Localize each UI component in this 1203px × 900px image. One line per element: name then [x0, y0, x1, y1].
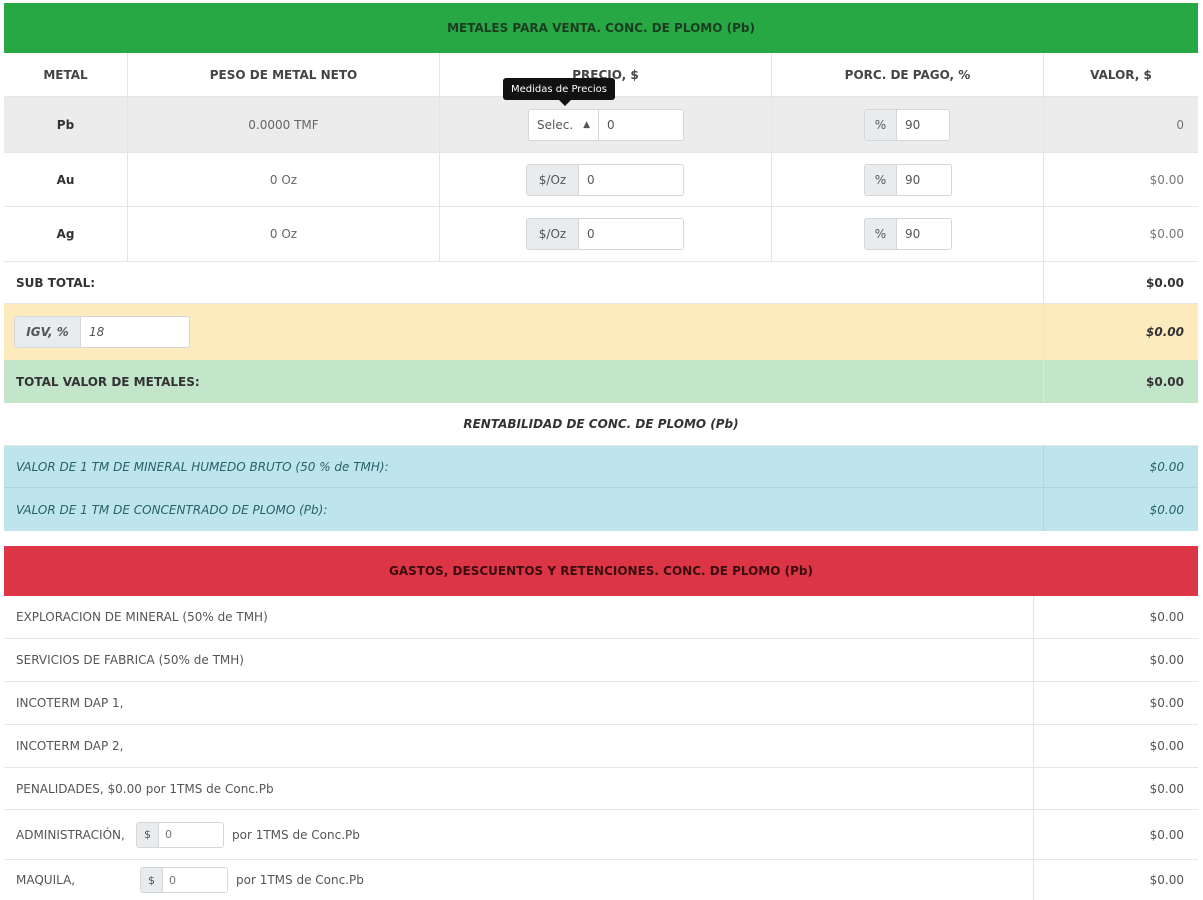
peso-value: 0 Oz	[128, 207, 440, 261]
administracion-label: ADMINISTRACIÓN,	[16, 827, 125, 842]
gastos-row: INCOTERM DAP 1, $0.00	[4, 682, 1198, 725]
gastos-label: EXPLORACION DE MINERAL (50% de TMH)	[4, 596, 1034, 638]
pct-input-group: %	[864, 218, 952, 250]
total-label: TOTAL VALOR DE METALES:	[4, 360, 1044, 403]
precio-cell: $/Oz	[440, 207, 772, 261]
price-unit-select[interactable]: Selec. ▲	[529, 109, 599, 140]
maquila-cell: MAQUILA, $ por 1TMS de Conc.Pb	[4, 860, 1034, 900]
pct-input[interactable]	[897, 164, 951, 195]
pct-addon: %	[865, 219, 897, 249]
precio-cell: $/Oz	[440, 153, 772, 206]
administracion-row: ADMINISTRACIÓN, $ por 1TMS de Conc.Pb $0…	[4, 810, 1198, 860]
valor-value: $0.00	[1149, 227, 1184, 241]
valor-value: 0	[1176, 117, 1184, 132]
pct-input[interactable]	[897, 219, 951, 249]
total-row: TOTAL VALOR DE METALES: $0.00	[4, 360, 1198, 403]
table-row-au: Au 0 Oz $/Oz % $0.00	[4, 153, 1198, 207]
pct-input[interactable]	[897, 109, 949, 140]
pct-input-group: %	[864, 163, 952, 196]
page: METALES PARA VENTA. CONC. DE PLOMO (Pb) …	[0, 0, 1203, 900]
metales-header-bar: METALES PARA VENTA. CONC. DE PLOMO (Pb)	[4, 3, 1198, 53]
rentabilidad-row: VALOR DE 1 TM DE MINERAL HUMEDO BRUTO (5…	[4, 446, 1198, 488]
price-addon: $/Oz	[527, 219, 579, 249]
gastos-label: SERVICIOS DE FABRICA (50% de TMH)	[4, 639, 1034, 681]
gastos-row: EXPLORACION DE MINERAL (50% de TMH) $0.0…	[4, 596, 1198, 639]
pct-cell: %	[772, 207, 1044, 261]
gastos-row: SERVICIOS DE FABRICA (50% de TMH) $0.00	[4, 639, 1198, 682]
peso-value: 0.0000 TMF	[128, 97, 440, 152]
maquila-label: MAQUILA,	[16, 873, 76, 887]
gastos-row: INCOTERM DAP 2, $0.00	[4, 725, 1198, 768]
maquila-addon: $	[141, 868, 163, 892]
metal-name: Au	[4, 153, 128, 206]
administracion-input[interactable]	[159, 822, 223, 847]
igv-row: IGV, % $0.00	[4, 304, 1198, 360]
rentabilidad-label: VALOR DE 1 TM DE CONCENTRADO DE PLOMO (P…	[4, 488, 1044, 531]
pct-cell: %	[772, 153, 1044, 206]
price-input-group: $/Oz	[526, 163, 684, 196]
maquila-amount: $0.00	[1149, 873, 1184, 887]
table-row-pb: Pb 0.0000 TMF Selec. ▲ % 0	[4, 97, 1198, 153]
table-row-ag: Ag 0 Oz $/Oz % $0.00	[4, 207, 1198, 262]
sort-arrows-icon: ▲	[583, 119, 590, 130]
igv-input[interactable]	[81, 317, 189, 347]
maquila-suffix: por 1TMS de Conc.Pb	[236, 873, 364, 887]
subtotal-label: SUB TOTAL:	[4, 262, 1044, 303]
maquila-row: MAQUILA, $ por 1TMS de Conc.Pb $0.00	[4, 860, 1198, 900]
igv-addon: IGV, %	[15, 317, 81, 347]
subtotal-value: $0.00	[1146, 275, 1184, 290]
col-porc-pago: PORC. DE PAGO, %	[772, 53, 1044, 96]
price-tooltip: Medidas de Precios	[503, 78, 615, 106]
rentabilidad-row: VALOR DE 1 TM DE CONCENTRADO DE PLOMO (P…	[4, 488, 1198, 531]
price-input[interactable]	[599, 109, 683, 140]
metal-name: Ag	[4, 207, 128, 261]
administracion-suffix: por 1TMS de Conc.Pb	[232, 827, 360, 842]
administracion-amount: $0.00	[1149, 827, 1184, 842]
gastos-title: GASTOS, DESCUENTOS Y RETENCIONES. CONC. …	[389, 564, 813, 578]
price-input[interactable]	[579, 164, 683, 195]
price-input-group: $/Oz	[526, 218, 684, 250]
gastos-value: $0.00	[1149, 653, 1184, 667]
maquila-input-group: $	[140, 867, 228, 893]
col-peso: PESO DE METAL NETO	[128, 53, 440, 96]
metal-name: Pb	[4, 97, 128, 152]
rentabilidad-title: RENTABILIDAD DE CONC. DE PLOMO (Pb)	[463, 417, 739, 431]
pct-cell: %	[772, 97, 1044, 152]
pct-addon: %	[865, 109, 897, 140]
price-select-label: Selec.	[537, 117, 574, 132]
pct-addon: %	[865, 164, 897, 195]
administracion-addon: $	[137, 822, 159, 847]
igv-input-group: IGV, %	[14, 316, 190, 348]
col-metal: METAL	[4, 53, 128, 96]
gastos-value: $0.00	[1149, 781, 1184, 796]
maquila-input[interactable]	[163, 868, 227, 892]
igv-cell: IGV, %	[4, 304, 1044, 360]
subtotal-row: SUB TOTAL: $0.00	[4, 262, 1198, 304]
gastos-value: $0.00	[1149, 696, 1184, 710]
price-addon: $/Oz	[527, 164, 579, 195]
igv-amount: $0.00	[1146, 325, 1184, 339]
rentabilidad-value: $0.00	[1149, 502, 1184, 517]
rentabilidad-title-row: RENTABILIDAD DE CONC. DE PLOMO (Pb)	[4, 403, 1198, 446]
gastos-row: PENALIDADES, $0.00 por 1TMS de Conc.Pb $…	[4, 768, 1198, 810]
price-input[interactable]	[579, 219, 683, 249]
metales-title: METALES PARA VENTA. CONC. DE PLOMO (Pb)	[447, 21, 755, 35]
price-input-group: Selec. ▲	[528, 108, 684, 141]
gastos-value: $0.00	[1149, 610, 1184, 624]
gastos-label: INCOTERM DAP 2,	[4, 725, 1034, 767]
gastos-label: INCOTERM DAP 1,	[4, 682, 1034, 724]
gastos-label: PENALIDADES, $0.00 por 1TMS de Conc.Pb	[4, 768, 1034, 809]
peso-value: 0 Oz	[128, 153, 440, 206]
administracion-input-group: $	[136, 821, 224, 848]
administracion-cell: ADMINISTRACIÓN, $ por 1TMS de Conc.Pb	[4, 810, 1034, 859]
pct-input-group: %	[864, 108, 950, 141]
precio-cell: Selec. ▲	[440, 97, 772, 152]
rentabilidad-value: $0.00	[1149, 459, 1184, 474]
gastos-value: $0.00	[1149, 739, 1184, 753]
total-value: $0.00	[1146, 374, 1184, 389]
gastos-header-bar: GASTOS, DESCUENTOS Y RETENCIONES. CONC. …	[4, 546, 1198, 596]
rentabilidad-label: VALOR DE 1 TM DE MINERAL HUMEDO BRUTO (5…	[4, 446, 1044, 487]
valor-value: $0.00	[1149, 172, 1184, 187]
col-valor: VALOR, $	[1090, 67, 1152, 82]
